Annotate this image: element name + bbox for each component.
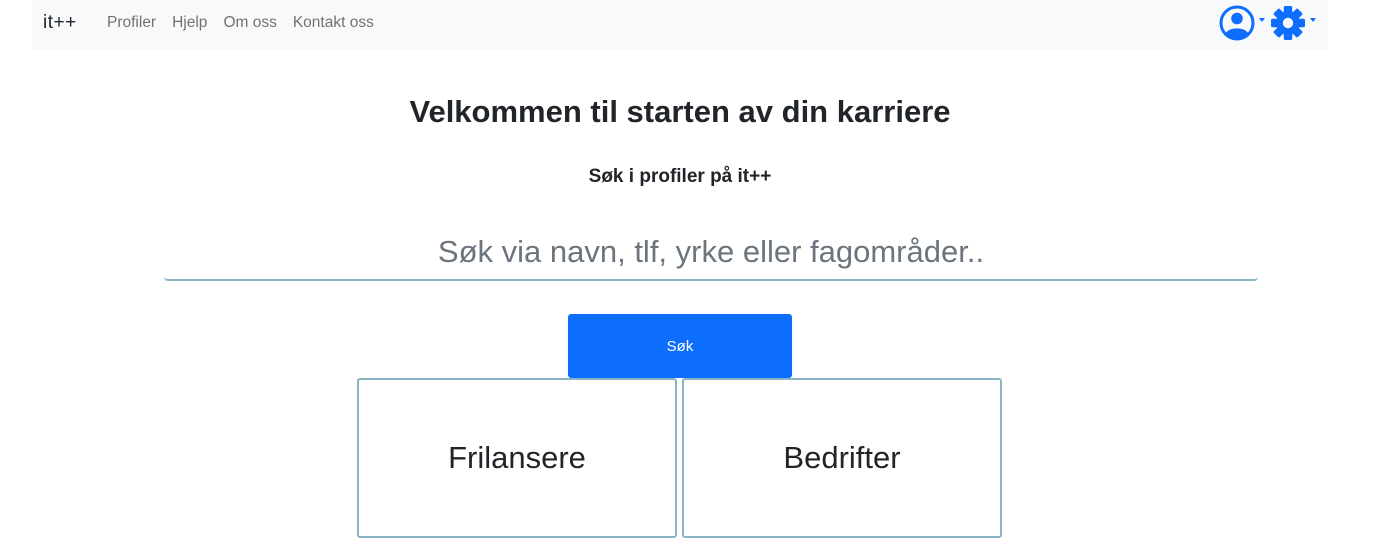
user-dropdown-toggle[interactable] [1218,4,1265,42]
chevron-down-icon [1310,18,1316,22]
chevron-down-icon [1259,18,1265,22]
page-title: Velkommen til starten av din karriere [409,94,951,129]
search-input[interactable] [164,225,1258,281]
gear-icon [1271,6,1305,40]
user-circle-icon [1219,5,1255,41]
nav-link-om-oss[interactable]: Om oss [223,14,276,32]
card-label: Bedrifter [783,440,901,475]
card-bedrifter[interactable]: Bedrifter [682,378,1002,538]
navbar: it++ Profiler Hjelp Om oss Kontakt oss [32,0,1328,50]
settings-dropdown-toggle[interactable] [1269,4,1316,42]
nav-right-controls [1218,4,1316,42]
page-subtitle: Søk i profiler på it++ [588,166,772,187]
nav-link-profiler[interactable]: Profiler [107,14,156,32]
nav-link-kontakt-oss[interactable]: Kontakt oss [293,14,374,32]
card-label: Frilansere [448,440,586,475]
nav-links: Profiler Hjelp Om oss Kontakt oss [107,14,374,32]
nav-link-hjelp[interactable]: Hjelp [172,14,207,32]
card-frilansere[interactable]: Frilansere [357,378,677,538]
search-button[interactable]: Søk [568,314,792,378]
brand-logo-link[interactable]: it++ [43,12,77,34]
